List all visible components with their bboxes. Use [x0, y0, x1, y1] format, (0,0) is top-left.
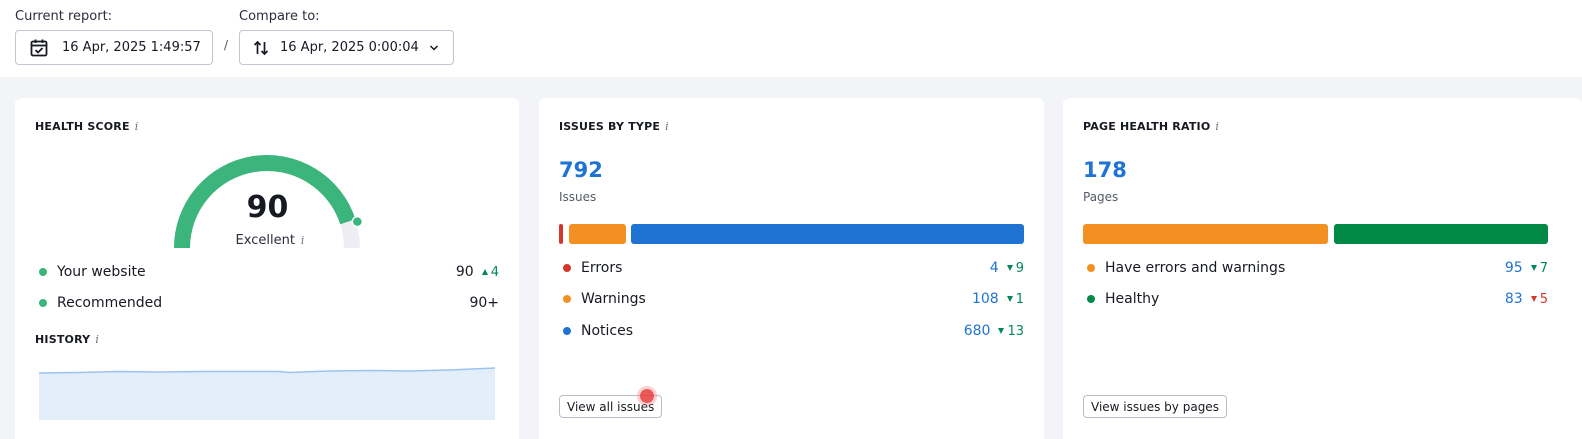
legend-notices: Notices: [559, 321, 633, 341]
errors-and-warnings-delta: 7: [1530, 260, 1548, 276]
your-website-value: 90: [455, 264, 474, 280]
blue-dot-icon: [563, 327, 571, 335]
legend-label: Have errors and warnings: [1105, 260, 1286, 276]
issues-by-type-card: ISSUES BY TYPE i 792 Issues Errors 4 9 Wa…: [539, 98, 1044, 439]
issues-by-type-title-text: ISSUES BY TYPE: [559, 120, 661, 133]
page-health-ratio-title: PAGE HEALTH RATIO i: [1083, 120, 1219, 133]
current-report-label: Current report:: [15, 9, 113, 24]
swap-arrows-icon: [250, 37, 272, 59]
health-score-title-text: HEALTH SCORE: [35, 120, 130, 133]
issues-by-type-title: ISSUES BY TYPE i: [559, 120, 669, 133]
history-sparkline[interactable]: [39, 364, 495, 420]
healthy-delta-value: 5: [1539, 291, 1548, 307]
date-separator: /: [224, 38, 229, 52]
notices-bar[interactable]: [631, 224, 1024, 244]
warnings-count: 108 1: [972, 289, 1024, 309]
page-health-ratio-card: PAGE HEALTH RATIO i 178 Pages Have errors…: [1063, 98, 1582, 439]
legend-recommended: Recommended: [35, 293, 162, 313]
healthy-value[interactable]: 83: [1505, 291, 1523, 307]
legend-have-errors-and-warnings: Have errors and warnings: [1083, 258, 1285, 278]
green-dot-icon: [39, 299, 47, 307]
notices-delta-value: 13: [1007, 323, 1024, 339]
current-report-picker[interactable]: 16 Apr, 2025 1:49:57: [15, 30, 213, 65]
warnings-bar[interactable]: [569, 224, 626, 244]
errors-delta-value: 9: [1015, 260, 1024, 276]
view-issues-by-pages-button[interactable]: View issues by pages: [1083, 395, 1227, 418]
red-dot-icon: [563, 264, 571, 272]
healthy-count: 83 5: [1505, 289, 1548, 309]
health-rating: Excellent i: [220, 233, 320, 248]
notices-value[interactable]: 680: [964, 323, 991, 339]
healthy-bar[interactable]: [1334, 224, 1548, 244]
current-report-value: 16 Apr, 2025 1:49:57: [62, 40, 201, 55]
legend-errors: Errors: [559, 258, 622, 278]
healthy-delta: 5: [1530, 291, 1548, 307]
history-title: HISTORY i: [35, 333, 99, 346]
health-score-value: 90: [246, 190, 289, 225]
health-score-card: HEALTH SCORE i 90 Excellent i Your website…: [15, 98, 519, 439]
calendar-icon: [28, 37, 50, 59]
errors-and-warnings-count: 95 7: [1505, 258, 1548, 278]
page-health-ratio-title-text: PAGE HEALTH RATIO: [1083, 120, 1211, 133]
orange-dot-icon: [563, 295, 571, 303]
errors-count: 4 9: [990, 258, 1024, 278]
compare-to-value: 16 Apr, 2025 0:00:04: [280, 40, 419, 55]
triangle-down-icon: [1530, 296, 1537, 302]
chevron-down-icon: [429, 42, 439, 57]
errors-delta: 9: [1006, 260, 1024, 276]
health-rating-text: Excellent: [235, 233, 295, 248]
history-area: [39, 368, 495, 420]
legend-label: Healthy: [1105, 291, 1160, 307]
compare-to-label: Compare to:: [239, 9, 320, 24]
green-dot-icon: [39, 268, 47, 276]
gauge-marker: [351, 215, 364, 228]
triangle-down-icon: [1006, 265, 1013, 271]
triangle-down-icon: [1006, 296, 1013, 302]
legend-label: Your website: [57, 264, 146, 280]
info-icon[interactable]: i: [301, 234, 305, 247]
compare-to-dropdown[interactable]: 16 Apr, 2025 0:00:04: [239, 30, 454, 65]
notices-delta: 13: [998, 324, 1024, 339]
triangle-up-icon: [481, 269, 488, 275]
legend-your-website: Your website: [35, 262, 146, 282]
triangle-down-icon: [1530, 265, 1537, 271]
orange-dot-icon: [1087, 264, 1095, 272]
history-title-text: HISTORY: [35, 333, 91, 346]
legend-label: Notices: [581, 323, 634, 339]
recommended-value: 90+: [469, 295, 499, 311]
warnings-value[interactable]: 108: [972, 291, 999, 307]
pages-total[interactable]: 178: [1083, 158, 1127, 182]
errors-value[interactable]: 4: [990, 260, 999, 276]
triangle-down-icon: [998, 328, 1005, 334]
legend-label: Errors: [581, 260, 623, 276]
score-delta: 4: [481, 264, 499, 280]
legend-warnings: Warnings: [559, 289, 646, 309]
click-cursor-indicator: [640, 389, 654, 403]
errors-and-warnings-delta-value: 7: [1539, 260, 1548, 276]
errors-bar[interactable]: [559, 224, 563, 244]
green-dot-icon: [1087, 295, 1095, 303]
legend-healthy: Healthy: [1083, 289, 1159, 309]
pages-total-label: Pages: [1083, 190, 1119, 204]
your-website-score: 90 4: [456, 262, 499, 282]
errors-and-warnings-value[interactable]: 95: [1505, 260, 1523, 276]
issues-total-label: Issues: [559, 190, 597, 204]
score-delta-value: 4: [490, 264, 499, 280]
legend-label: Warnings: [581, 291, 646, 307]
info-icon[interactable]: i: [665, 120, 669, 133]
report-selector-bar: Current report: 16 Apr, 2025 1:49:57 / C…: [0, 0, 1582, 77]
warnings-delta: 1: [1006, 291, 1024, 307]
legend-label: Recommended: [57, 295, 163, 311]
errors-and-warnings-bar[interactable]: [1083, 224, 1328, 244]
warnings-delta-value: 1: [1015, 291, 1024, 307]
info-icon[interactable]: i: [95, 333, 99, 346]
notices-count: 680 13: [964, 321, 1024, 341]
health-score-title: HEALTH SCORE i: [35, 120, 138, 133]
info-icon[interactable]: i: [1215, 120, 1219, 133]
issues-total[interactable]: 792: [559, 158, 603, 182]
info-icon[interactable]: i: [135, 120, 139, 133]
